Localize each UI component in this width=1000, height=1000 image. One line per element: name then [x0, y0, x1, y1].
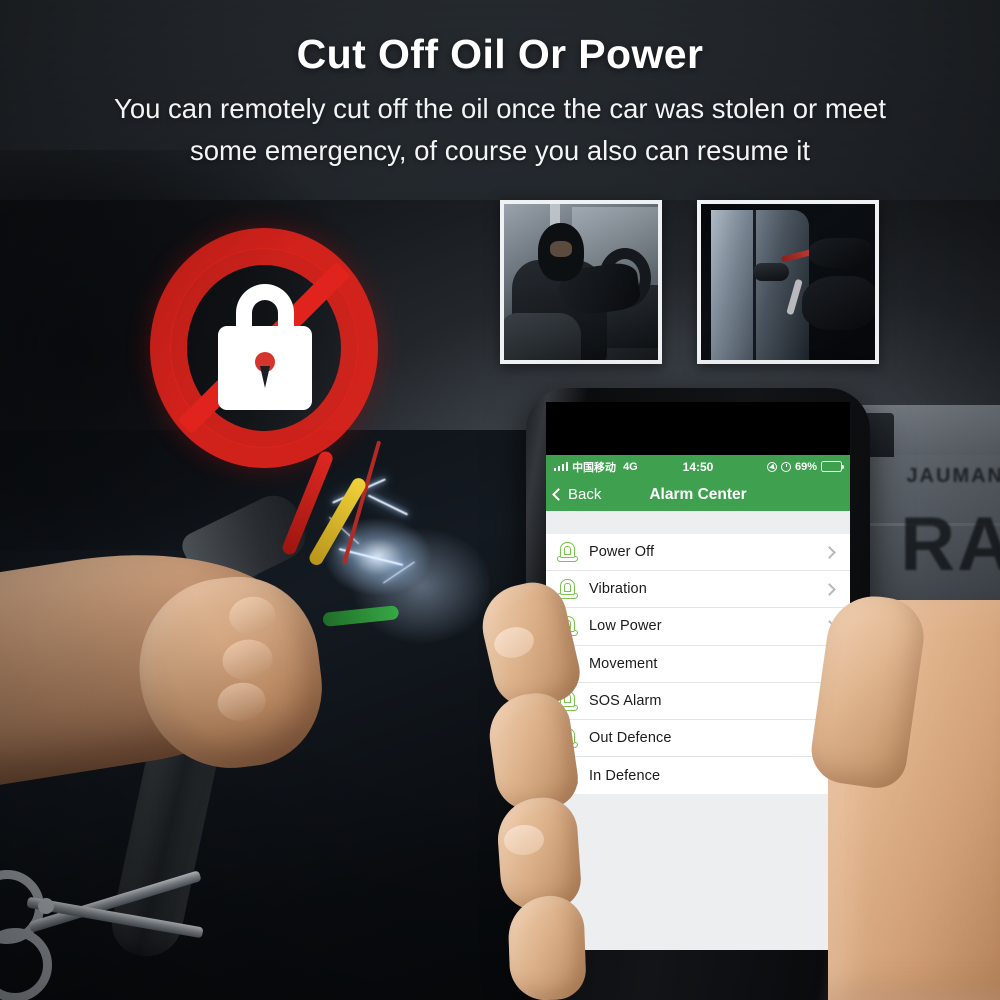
- alarm-list-row-label: In Defence: [589, 767, 661, 784]
- alarm-list-row[interactable]: Movement: [546, 645, 850, 683]
- photo-thief-in-car: [500, 200, 662, 364]
- battery-icon: [821, 461, 845, 472]
- siren-icon: [556, 653, 578, 675]
- page-subtitle-line-2: some emergency, of course you also can r…: [189, 134, 811, 166]
- page-title: Cut Off Oil Or Power: [296, 31, 704, 77]
- chevron-right-icon: [823, 731, 836, 745]
- back-button[interactable]: Back: [552, 486, 602, 503]
- alarm-list: Power Off Vibration Low Power Movement SOS A…: [546, 534, 850, 795]
- phone-mockup: 中国移动 4G 14:50 69% Back Alarm Center Powe…: [526, 388, 870, 1000]
- back-button-label: Back: [568, 486, 602, 503]
- carrier-label: 中国移动: [572, 461, 617, 474]
- alarm-list-row[interactable]: SOS Alarm: [546, 682, 850, 720]
- siren-icon: [556, 578, 578, 600]
- siren-icon: [556, 765, 578, 787]
- alarm-list-row-label: SOS Alarm: [589, 692, 662, 709]
- alarm-list-row[interactable]: Power Off: [546, 534, 850, 572]
- alarm-list-row-label: Low Power: [589, 618, 662, 635]
- phone-top-bezel: [546, 402, 850, 455]
- alarm-list-row-label: Power Off: [589, 544, 655, 561]
- phone-screen: 中国移动 4G 14:50 69% Back Alarm Center Powe…: [546, 455, 850, 950]
- lock-keyhole-stem: [260, 366, 270, 388]
- location-arrow-icon: [766, 461, 777, 472]
- list-top-spacer: [546, 511, 850, 534]
- alarm-list-row[interactable]: In Defence: [546, 757, 850, 795]
- list-bottom-spacer: [546, 794, 850, 950]
- chevron-right-icon: [823, 582, 836, 596]
- chevron-right-icon: [823, 657, 836, 671]
- chevron-right-icon: [823, 620, 836, 633]
- alarm-list-row-label: Out Defence: [589, 730, 672, 747]
- siren-icon: [556, 615, 578, 637]
- alarm-clock-icon: [780, 461, 791, 472]
- network-type-label: 4G: [623, 460, 638, 473]
- chevron-left-icon: [552, 488, 565, 501]
- alarm-list-row-label: Movement: [589, 655, 658, 672]
- battery-percent-label: 69%: [794, 460, 817, 473]
- chevron-right-icon: [823, 545, 836, 559]
- siren-icon: [556, 690, 578, 712]
- chevron-right-icon: [823, 694, 836, 708]
- chevron-right-icon: [823, 769, 836, 783]
- alarm-list-row-label: Vibration: [589, 581, 647, 598]
- page-subtitle-line-1: You can remotely cut off the oil once th…: [114, 93, 886, 124]
- signal-bars-icon: [554, 462, 569, 471]
- siren-icon: [556, 541, 578, 563]
- siren-icon: [556, 727, 578, 749]
- alarm-list-row[interactable]: Vibration: [546, 571, 850, 609]
- photo-car-break-in: [697, 200, 879, 364]
- alarm-list-row[interactable]: Out Defence: [546, 719, 850, 758]
- status-bar: 中国移动 4G 14:50 69%: [546, 455, 850, 478]
- headings-block: Cut Off Oil Or Power You can remotely cu…: [0, 0, 1000, 171]
- alarm-list-row[interactable]: Low Power: [546, 608, 850, 646]
- nav-bar: Back Alarm Center: [546, 478, 850, 511]
